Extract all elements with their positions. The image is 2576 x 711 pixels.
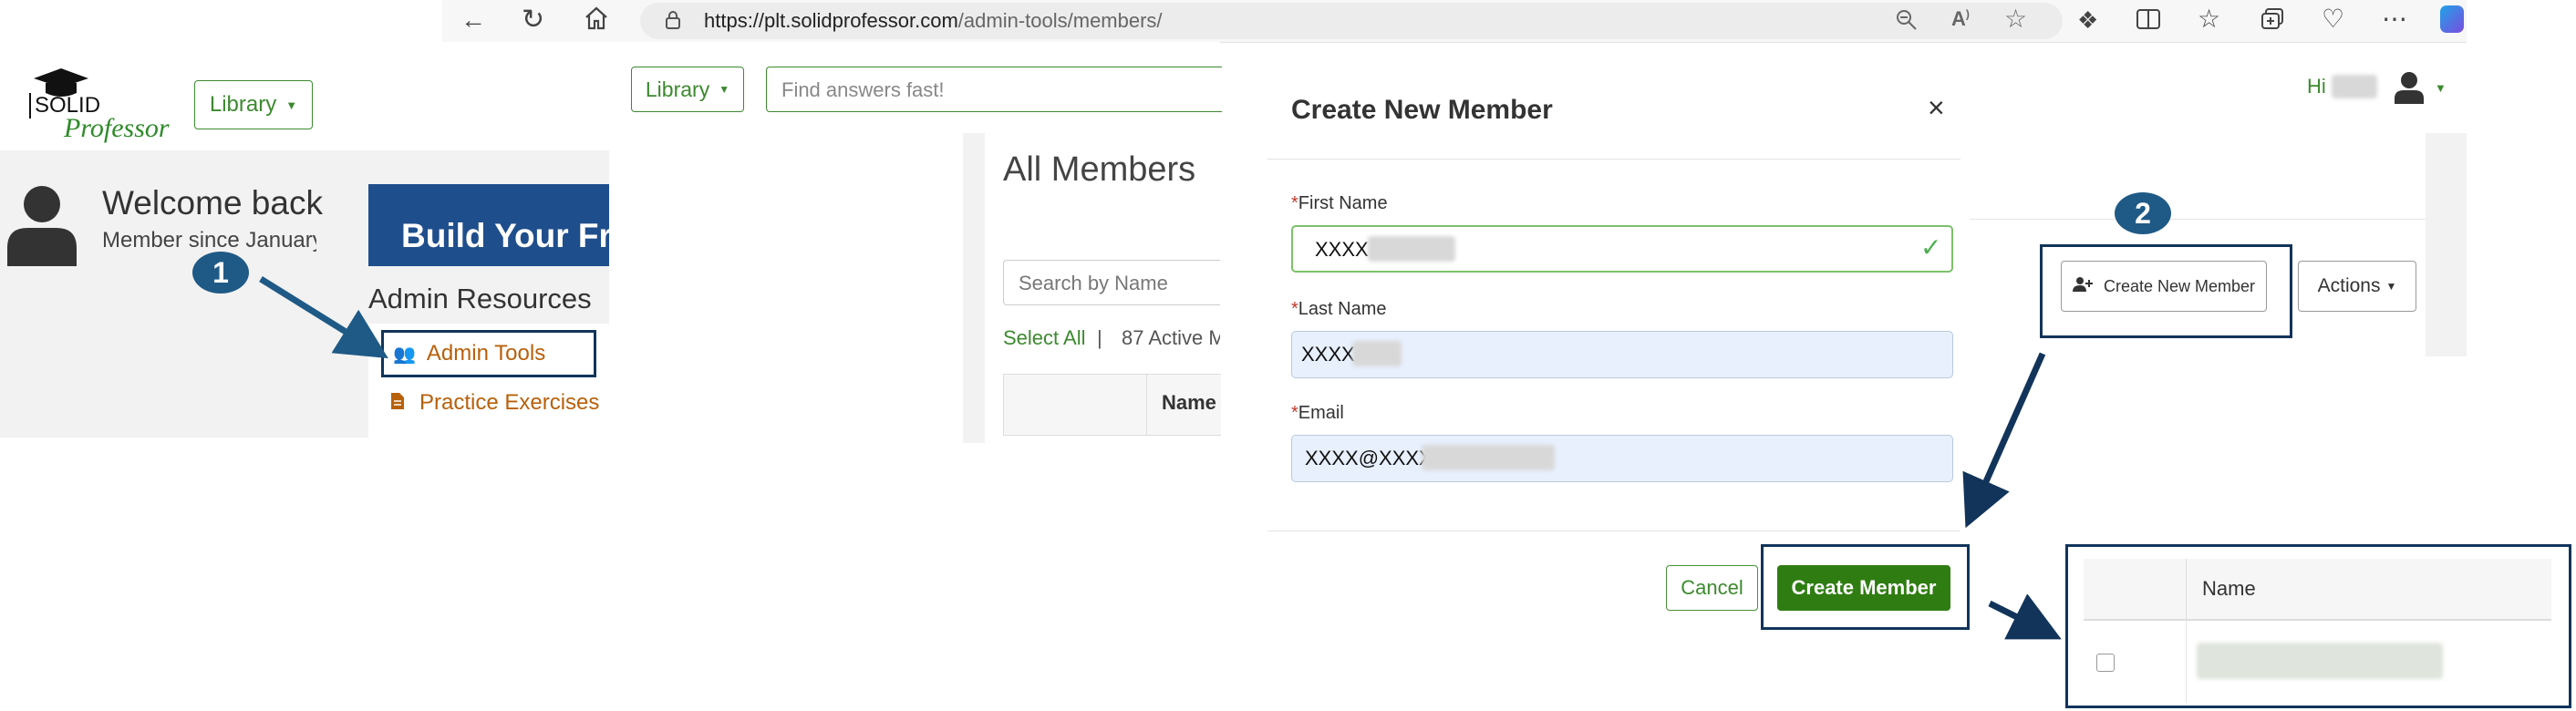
url-text: https://plt.solidprofessor.com/admin-too… — [704, 9, 1163, 33]
table-row — [2084, 621, 2551, 703]
redacted-email — [1422, 445, 1555, 470]
member-since-text: Member since January — [102, 228, 316, 252]
url-path: /admin-tools/members/ — [957, 9, 1163, 32]
select-all-link[interactable]: Select All — [1003, 326, 1086, 350]
welcome-heading: Welcome back — [102, 184, 323, 222]
members-table-header: Name — [1003, 374, 1221, 436]
members-col-name: Name — [1162, 391, 1216, 414]
home-icon[interactable] — [584, 5, 609, 36]
row-checkbox[interactable] — [2096, 654, 2115, 672]
split-screen-icon[interactable] — [2136, 7, 2161, 36]
last-name-label: *Last Name — [1291, 299, 1387, 320]
result-arrow — [1988, 594, 2062, 640]
admin-tools-link[interactable]: 👥 Admin Tools — [381, 330, 596, 377]
user-menu-avatar-icon[interactable] — [2394, 71, 2425, 108]
solid-professor-logo: SOLID Professor — [20, 66, 170, 148]
practice-exercises-link[interactable]: Practice Exercises — [390, 390, 599, 416]
email-label-text: Email — [1298, 403, 1344, 423]
build-banner: Build Your Fre — [368, 184, 609, 266]
caret-down-icon: ▼ — [719, 83, 730, 96]
admin-tools-label: Admin Tools — [426, 341, 546, 366]
library-dropdown-button[interactable]: Library ▼ — [194, 80, 313, 129]
required-mark: * — [1291, 299, 1298, 319]
actions-dropdown-button[interactable]: Actions ▼ — [2298, 261, 2416, 312]
create-member-label: Create Member — [1791, 576, 1937, 599]
last-name-input[interactable]: XXXX — [1291, 331, 1953, 378]
active-members-count: 87 Active M — [1122, 326, 1220, 349]
copilot-icon[interactable] — [2440, 5, 2464, 33]
caret-down-icon: ▼ — [285, 98, 298, 112]
create-member-modal: Create New Member × *First Name XXXX ✓ *… — [1267, 73, 1960, 547]
redacted-username — [2331, 75, 2377, 98]
modal-title: Create New Member — [1291, 95, 1553, 125]
banner-heading: Build Your Fre — [401, 217, 609, 254]
logo-text-professor: Professor — [64, 113, 170, 143]
caret-down-icon: ▼ — [2385, 280, 2397, 293]
cancel-button[interactable]: Cancel — [1666, 565, 1758, 611]
table-col-divider — [1146, 375, 1147, 435]
last-name-value: XXXX — [1301, 343, 1355, 366]
browser-essentials-icon[interactable]: ♡ — [2322, 4, 2344, 34]
first-name-label: *First Name — [1291, 193, 1388, 214]
separator: | — [1097, 326, 1102, 349]
result-col-divider — [2186, 559, 2187, 619]
more-menu-icon[interactable]: ⋯ — [2382, 4, 2408, 34]
global-search-input[interactable]: Find answers fast! — [766, 67, 1222, 112]
first-name-input[interactable]: XXXX ✓ — [1291, 225, 1953, 273]
user-avatar — [5, 182, 78, 271]
library-label: Library — [209, 92, 277, 117]
read-aloud-icon[interactable]: A) — [1951, 7, 1970, 31]
back-icon[interactable]: ← — [460, 5, 486, 35]
member-search-input[interactable]: Search by Name — [1003, 260, 1220, 305]
greeting-label: Hi — [2307, 75, 2326, 98]
document-icon — [390, 392, 405, 415]
email-label: *Email — [1291, 403, 1344, 424]
add-user-icon — [2072, 276, 2093, 297]
actions-divider — [1970, 219, 2426, 220]
admin-resources-heading: Admin Resources — [368, 283, 592, 314]
step-badge-1: 1 — [192, 252, 249, 294]
required-mark: * — [1291, 403, 1298, 423]
redacted-member-name — [2197, 643, 2443, 679]
step-badge-2: 2 — [2115, 192, 2171, 234]
extensions-icon[interactable]: ❖ — [2077, 6, 2098, 35]
practice-exercises-label: Practice Exercises — [419, 390, 600, 415]
actions-label: Actions — [2317, 275, 2381, 296]
create-new-member-button[interactable]: Create New Member — [2061, 261, 2267, 312]
greeting: Hi — [2307, 75, 2377, 98]
result-table: Name — [2084, 559, 2551, 703]
library-dropdown-button-2[interactable]: Library ▼ — [631, 67, 744, 112]
result-table-header: Name — [2084, 559, 2551, 621]
required-mark: * — [1291, 193, 1298, 213]
last-name-label-text: Last Name — [1298, 299, 1387, 319]
valid-check-icon: ✓ — [1920, 233, 1942, 262]
email-value: XXXX@XXXX — [1305, 447, 1433, 469]
modal-close-button[interactable]: × — [1928, 91, 1945, 125]
all-members-title: All Members — [1003, 150, 1196, 189]
favorite-star-icon[interactable]: ☆ — [2004, 4, 2027, 34]
row-col-divider — [2186, 621, 2187, 703]
step-2-arrow — [1962, 352, 2046, 529]
modal-header-divider — [1267, 159, 1960, 160]
library-label-2: Library — [645, 77, 710, 101]
first-name-label-text: First Name — [1298, 193, 1388, 213]
create-new-member-label: Create New Member — [2103, 276, 2256, 295]
reload-icon[interactable]: ↻ — [522, 4, 544, 36]
redacted-first-name — [1368, 236, 1455, 262]
favorites-icon[interactable]: ☆ — [2198, 4, 2220, 34]
result-col-name: Name — [2202, 577, 2256, 600]
member-search-placeholder: Search by Name — [1019, 272, 1168, 294]
redacted-last-name — [1352, 341, 1402, 366]
url-host: https://plt.solidprofessor.com — [704, 9, 958, 32]
first-name-value: XXXX — [1315, 238, 1369, 261]
step-1-arrow — [259, 276, 388, 359]
zoom-icon[interactable] — [1895, 8, 1919, 36]
collections-icon[interactable] — [2260, 7, 2285, 36]
user-menu-caret-icon[interactable]: ▼ — [2435, 81, 2447, 95]
cancel-label: Cancel — [1681, 576, 1743, 599]
global-search-placeholder: Find answers fast! — [781, 78, 945, 101]
create-member-submit-button[interactable]: Create Member — [1777, 565, 1950, 611]
email-input[interactable]: XXXX@XXXX — [1291, 435, 1953, 482]
lock-icon — [664, 9, 682, 36]
